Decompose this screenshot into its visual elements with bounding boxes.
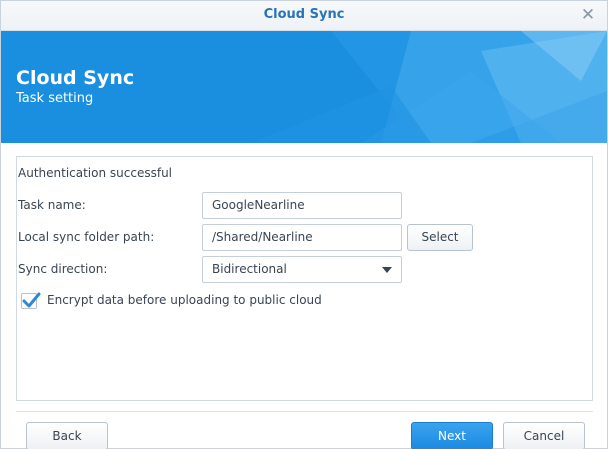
cloud-sync-dialog: Cloud Sync ✕ Cloud Sync Task setting Aut… [0, 0, 608, 449]
banner-title: Cloud Sync [16, 67, 135, 89]
title-bar: Cloud Sync ✕ [1, 1, 607, 31]
select-folder-button[interactable]: Select [407, 224, 473, 251]
back-button[interactable]: Back [26, 422, 108, 449]
sync-direction-label: Sync direction: [18, 262, 108, 276]
task-name-label: Task name: [18, 198, 86, 212]
footer-divider [16, 411, 593, 412]
encrypt-checkbox[interactable] [21, 292, 41, 309]
encrypt-label[interactable]: Encrypt data before uploading to public … [47, 293, 322, 307]
local-path-input[interactable]: /Shared/Nearline [202, 224, 402, 251]
banner-subtitle: Task setting [16, 91, 94, 106]
chevron-down-icon [382, 267, 392, 273]
window-title: Cloud Sync [263, 7, 345, 22]
sync-direction-select[interactable]: Bidirectional [202, 256, 402, 283]
auth-status-text: Authentication successful [18, 166, 173, 180]
next-button[interactable]: Next [411, 422, 493, 449]
cancel-button[interactable]: Cancel [503, 422, 585, 449]
checkmark-icon [22, 292, 41, 308]
local-path-label: Local sync folder path: [18, 230, 155, 244]
sync-direction-value: Bidirectional [212, 262, 287, 276]
task-name-input[interactable]: GoogleNearline [202, 192, 402, 219]
close-icon[interactable]: ✕ [579, 6, 597, 24]
header-banner: Cloud Sync Task setting [1, 31, 607, 143]
